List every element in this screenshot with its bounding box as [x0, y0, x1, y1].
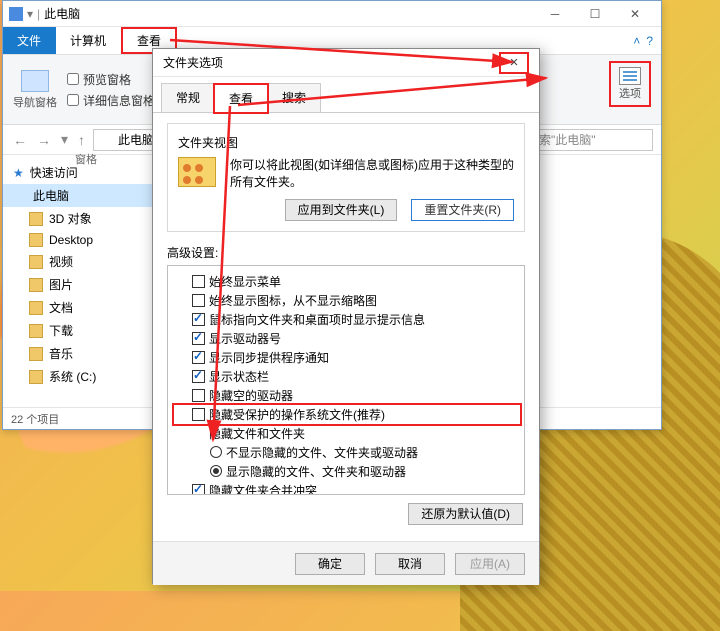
maximize-button[interactable]: ☐ — [575, 1, 615, 27]
folder-options-dialog: 文件夹选项 × 常规 查看 搜索 文件夹视图 你可以将此视图(如详细信息或图标)… — [152, 48, 540, 584]
tab-view[interactable]: 查看 — [214, 84, 268, 113]
close-button[interactable]: ✕ — [615, 1, 655, 27]
checkbox-icon[interactable] — [192, 294, 205, 307]
advanced-label: 高级设置: — [167, 244, 525, 261]
cancel-button[interactable]: 取消 — [375, 553, 445, 575]
separator: | — [37, 7, 40, 21]
breadcrumb[interactable]: 此电脑 — [118, 131, 154, 148]
checkbox-icon[interactable] — [192, 389, 205, 402]
apply-to-folders-button[interactable]: 应用到文件夹(L) — [285, 199, 398, 221]
adv-item[interactable]: 显示驱动器号 — [174, 329, 520, 348]
explorer-titlebar: ▾ | 此电脑 ─ ☐ ✕ — [3, 1, 661, 27]
star-icon: ★ — [13, 166, 24, 180]
menu-computer[interactable]: 计算机 — [56, 27, 121, 54]
folder-icon — [192, 428, 205, 439]
folder-icon — [29, 278, 43, 292]
adv-item[interactable]: 始终显示菜单 — [174, 272, 520, 291]
dialog-footer: 确定 取消 应用(A) — [153, 541, 539, 585]
ok-button[interactable]: 确定 — [295, 553, 365, 575]
adv-item[interactable]: 显示状态栏 — [174, 367, 520, 386]
thispc-icon — [13, 190, 27, 202]
adv-item[interactable]: 隐藏空的驱动器 — [174, 386, 520, 405]
checkbox-icon[interactable] — [192, 351, 205, 364]
dialog-title: 文件夹选项 — [163, 54, 223, 71]
nav-back-icon[interactable]: ← — [11, 132, 29, 148]
checkbox-icon[interactable] — [192, 313, 205, 326]
adv-item[interactable]: 始终显示图标，从不显示缩略图 — [174, 291, 520, 310]
qat-arrow-icon[interactable]: ▾ — [27, 7, 33, 21]
tab-search[interactable]: 搜索 — [267, 83, 321, 112]
adv-item[interactable]: 隐藏文件夹合并冲突 — [174, 481, 520, 495]
window-title: 此电脑 — [44, 5, 535, 22]
navigation-pane-button[interactable]: 导航窗格 — [13, 70, 57, 110]
radio-icon[interactable] — [210, 465, 222, 477]
help-icon[interactable]: ? — [646, 34, 653, 48]
nav-forward-icon[interactable]: → — [35, 132, 53, 148]
restore-defaults-button[interactable]: 还原为默认值(D) — [408, 503, 523, 525]
radio-icon[interactable] — [210, 446, 222, 458]
dialog-titlebar: 文件夹选项 × — [153, 49, 539, 77]
adv-item-hidden-os-files[interactable]: 隐藏受保护的操作系统文件(推荐) — [174, 405, 520, 424]
tree-item[interactable]: Desktop — [3, 230, 152, 250]
folder-views-icon — [178, 157, 216, 187]
nav-history-icon[interactable]: ▾ — [59, 131, 70, 148]
apply-button[interactable]: 应用(A) — [455, 553, 525, 575]
folder-icon — [29, 255, 43, 269]
folder-icon — [29, 212, 43, 226]
options-icon — [619, 67, 641, 85]
navpane-icon — [21, 70, 49, 92]
ribbon-group-label: 窗格 — [75, 151, 97, 167]
folder-views-desc: 你可以将此视图(如详细信息或图标)应用于这种类型的所有文件夹。 — [230, 157, 514, 191]
folder-views-label: 文件夹视图 — [178, 134, 514, 151]
tree-item[interactable]: 音乐 — [3, 342, 152, 365]
adv-item[interactable]: 隐藏文件和文件夹 — [174, 424, 520, 443]
folder-icon — [29, 370, 43, 384]
options-button[interactable]: 选项 — [609, 61, 651, 107]
folder-icon — [29, 324, 43, 338]
preview-pane-check[interactable]: 预览窗格 — [67, 71, 155, 88]
reset-folders-button[interactable]: 重置文件夹(R) — [411, 199, 514, 221]
tree-item[interactable]: 系统 (C:) — [3, 365, 152, 388]
adv-item[interactable]: 不显示隐藏的文件、文件夹或驱动器 — [174, 443, 520, 462]
dialog-tabs: 常规 查看 搜索 — [153, 77, 539, 113]
menu-file[interactable]: 文件 — [3, 27, 56, 54]
checkbox-icon[interactable] — [192, 275, 205, 288]
nav-up-icon[interactable]: ↑ — [76, 132, 87, 148]
advanced-settings-list[interactable]: 始终显示菜单始终显示图标，从不显示缩略图鼠标指向文件夹和桌面项时显示提示信息显示… — [167, 265, 525, 495]
minimize-button[interactable]: ─ — [535, 1, 575, 27]
adv-item[interactable]: 显示同步提供程序通知 — [174, 348, 520, 367]
folder-icon — [29, 301, 43, 315]
adv-item[interactable]: 显示隐藏的文件、文件夹和驱动器 — [174, 462, 520, 481]
tree-this-pc[interactable]: 此电脑 — [3, 184, 152, 207]
adv-item[interactable]: 鼠标指向文件夹和桌面项时显示提示信息 — [174, 310, 520, 329]
tree-item[interactable]: 文档 — [3, 296, 152, 319]
folder-icon — [29, 347, 43, 361]
checkbox-icon[interactable] — [192, 370, 205, 383]
thispc-icon — [9, 7, 23, 21]
folder-icon — [29, 233, 43, 247]
folder-views-group: 文件夹视图 你可以将此视图(如详细信息或图标)应用于这种类型的所有文件夹。 应用… — [167, 123, 525, 232]
tree-item[interactable]: 下载 — [3, 319, 152, 342]
dialog-close-button[interactable]: × — [499, 52, 529, 74]
checkbox-icon[interactable] — [192, 484, 205, 495]
thispc-icon — [100, 134, 112, 146]
tree-item[interactable]: 视频 — [3, 250, 152, 273]
tree-item[interactable]: 图片 — [3, 273, 152, 296]
tab-general[interactable]: 常规 — [161, 83, 215, 112]
tree-item[interactable]: 3D 对象 — [3, 207, 152, 230]
checkbox-icon[interactable] — [192, 332, 205, 345]
details-pane-check[interactable]: 详细信息窗格 — [67, 92, 155, 109]
navigation-tree[interactable]: ★快速访问 此电脑 3D 对象Desktop视频图片文档下载音乐系统 (C:) — [3, 155, 153, 407]
ribbon-collapse-icon[interactable]: ˄ — [633, 34, 640, 48]
checkbox-icon[interactable] — [192, 408, 205, 421]
